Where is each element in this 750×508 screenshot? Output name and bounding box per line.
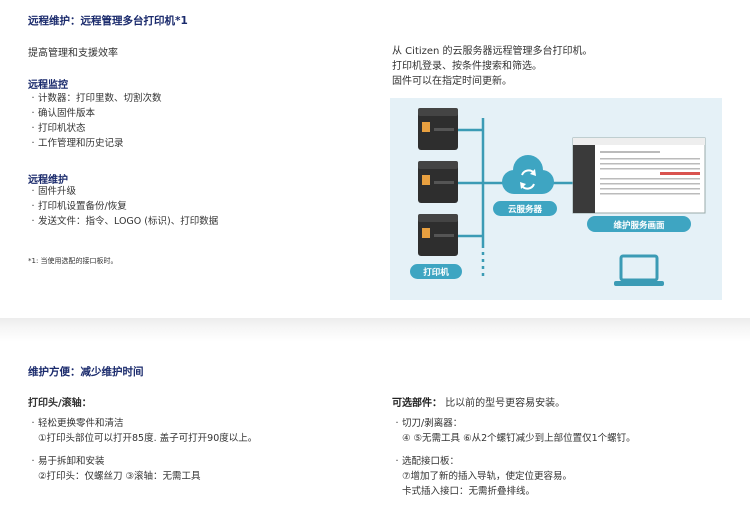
list-item: 打印机状态 [28,121,162,136]
list-item: 确认固件版本 [28,106,162,121]
remote-maintenance-list: 固件升级 打印机设置备份/恢复 发送文件：指令、LOGO (标识)、打印数据 [28,184,218,229]
laptop-icon [614,254,664,286]
remote-maintenance-title: 远程维护：远程管理多台打印机*1 [28,15,188,27]
item-detail: 卡式插入接口：无需折叠排线。 [402,486,536,497]
item-detail: ⑦增加了新的插入导轨，使定位更容易。 [402,471,573,482]
remote-maintenance-section: 远程维护：远程管理多台打印机*1 提高管理和支援效率 远程监控 计数器：打印里数… [0,0,750,318]
printer-icon [418,161,458,203]
remote-monitoring-heading: 远程监控 [28,80,68,91]
description-line: 打印机登录、按条件搜索和筛选。 [392,61,542,72]
list-item: · 易于拆卸和安装 ②打印头：仅螺丝刀 ③滚轴：无需工具 [28,454,201,484]
list-item: 计数器：打印里数、切割次数 [28,91,162,106]
optional-parts-heading: 可选部件： [392,398,442,409]
item-detail: ④ ⑤无需工具 ⑥从2个螺钉减少到上部位置仅1个螺钉。 [402,433,636,444]
list-item: · 轻松更换零件和清洁 ①打印头部位可以打开85度. 盖子可打开90度以上。 [28,416,257,446]
item-detail: ①打印头部位可以打开85度. 盖子可打开90度以上。 [38,433,258,444]
screen-label: 维护服务画面 [613,220,665,231]
cloud-diagram-svg: 打印机 云服务器 维护服务画面 [410,108,706,286]
footnote: *1: 当使用选配的接口板时。 [28,257,118,265]
list-item: 固件升级 [28,184,218,199]
maintenance-screen-mockup [572,137,706,214]
remote-monitoring-list: 计数器：打印里数、切割次数 确认固件版本 打印机状态 工作管理和历史记录 [28,91,162,151]
item-detail: ②打印头：仅螺丝刀 ③滚轴：无需工具 [38,471,201,482]
list-item: · 选配接口板： ⑦增加了新的插入导轨，使定位更容易。 卡式插入接口：无需折叠排线… [392,454,572,499]
intro-text: 提高管理和支援效率 [28,48,118,59]
print-head-roller-heading: 打印头/滚轴： [28,398,92,409]
list-item: 工作管理和历史记录 [28,136,162,151]
printer-icon [418,214,458,256]
description-line: 固件可以在指定时间更新。 [392,76,512,87]
printer-icon [418,108,458,150]
section-divider [0,318,750,342]
item-label: 切刀/剥离器： [402,418,463,429]
cloud-label: 云服务器 [508,204,543,215]
cloud-diagram: 打印机 云服务器 维护服务画面 [390,98,722,300]
description-line: 从 Citizen 的云服务器远程管理多台打印机。 [392,46,593,57]
description: 从 Citizen 的云服务器远程管理多台打印机。 打印机登录、按条件搜索和筛选… [392,44,593,89]
item-label: 易于拆卸和安装 [38,456,105,467]
list-item: · 切刀/剥离器： ④ ⑤无需工具 ⑥从2个螺钉减少到上部位置仅1个螺钉。 [392,416,636,446]
list-item: 打印机设置备份/恢复 [28,199,218,214]
printer-label: 打印机 [423,267,449,278]
list-item: 发送文件：指令、LOGO (标识)、打印数据 [28,214,218,229]
item-label: 选配接口板： [402,456,460,467]
easy-maintenance-title: 维护方便：减少维护时间 [28,366,144,378]
optional-parts-heading-row: 可选部件： 比以前的型号更容易安装。 [392,394,565,409]
item-label: 轻松更换零件和清洁 [38,418,124,429]
optional-parts-note: 比以前的型号更容易安装。 [445,398,566,409]
cloud-icon [502,155,554,194]
